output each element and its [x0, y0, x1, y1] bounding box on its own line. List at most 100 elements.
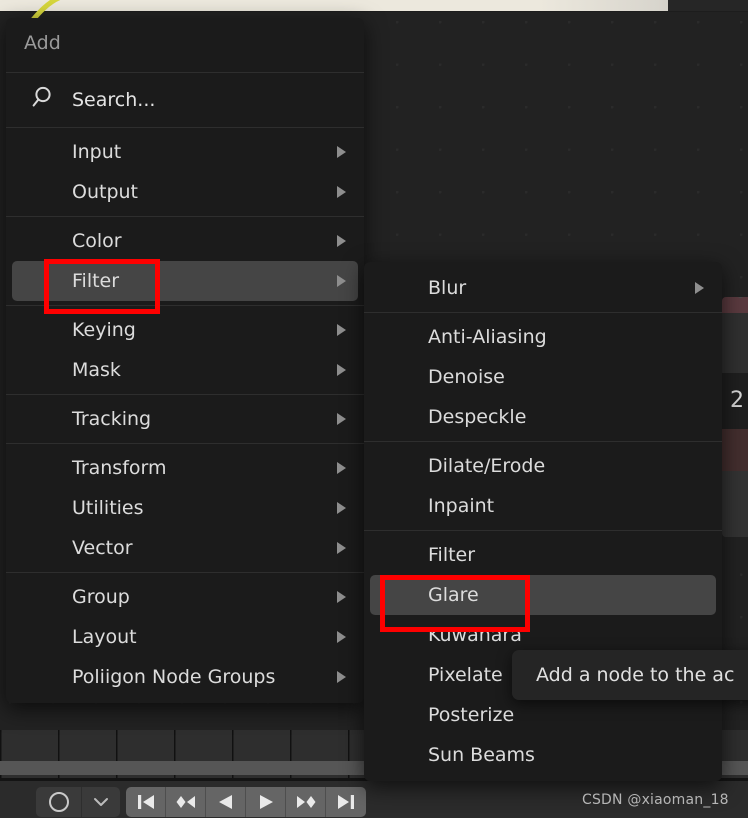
node-footer: [722, 471, 748, 537]
playback-controls[interactable]: [36, 787, 366, 817]
menu-item-label: Dilate/Erode: [428, 455, 546, 477]
menu-group: Blur: [364, 268, 722, 308]
next-keyframe-icon: [296, 796, 315, 808]
menu-group: Group Layout Poliigon Node Groups: [6, 577, 364, 697]
menu-item-output[interactable]: Output: [6, 172, 364, 212]
submenu-item-denoise[interactable]: Denoise: [364, 357, 722, 397]
menu-group: Input Output: [6, 132, 364, 212]
play-button[interactable]: [246, 787, 286, 817]
submenu-item-despeckle[interactable]: Despeckle: [364, 397, 722, 437]
prev-keyframe-button[interactable]: [166, 787, 206, 817]
play-reverse-icon: [218, 795, 232, 809]
node-body: [722, 313, 748, 373]
record-button-group[interactable]: [36, 787, 120, 817]
node-color-strip: [722, 429, 748, 471]
prev-keyframe-icon: [176, 796, 195, 808]
menu-separator: [6, 72, 364, 73]
add-menu-title: Add: [24, 32, 61, 54]
submenu-arrow-icon: [337, 275, 346, 287]
menu-item-transform[interactable]: Transform: [6, 448, 364, 488]
submenu-item-inpaint[interactable]: Inpaint: [364, 486, 722, 526]
submenu-arrow-icon: [695, 282, 704, 294]
menu-item-keying[interactable]: Keying: [6, 310, 364, 350]
menu-item-label: Blur: [428, 277, 467, 299]
record-button[interactable]: [36, 787, 82, 817]
transport-button-group[interactable]: [126, 787, 366, 817]
menu-item-label: Filter: [72, 270, 120, 292]
submenu-item-kuwahara[interactable]: Kuwahara: [364, 615, 722, 655]
menu-item-label: Despeckle: [428, 406, 527, 428]
menu-group: Transform Utilities Vector: [6, 448, 364, 568]
submenu-item-glare[interactable]: Glare: [370, 575, 716, 615]
menu-item-layout[interactable]: Layout: [6, 617, 364, 657]
viewport-strip: [0, 0, 748, 11]
menu-separator: [6, 127, 364, 128]
menu-item-vector[interactable]: Vector: [6, 528, 364, 568]
menu-item-label: Utilities: [72, 497, 144, 519]
submenu-item-blur[interactable]: Blur: [364, 268, 722, 308]
node-number-label: 2: [722, 373, 748, 429]
submenu-arrow-icon: [337, 502, 346, 514]
compositor-node-card[interactable]: 2: [722, 297, 748, 537]
menu-item-mask[interactable]: Mask: [6, 350, 364, 390]
submenu-item-filter[interactable]: Filter: [364, 535, 722, 575]
menu-separator: [6, 572, 364, 573]
menu-item-label: Input: [72, 141, 122, 163]
submenu-item-sun-beams[interactable]: Sun Beams: [364, 735, 722, 775]
jump-end-icon: [338, 795, 354, 809]
menu-item-label: Sun Beams: [428, 744, 535, 766]
search-icon: [32, 85, 58, 116]
submenu-arrow-icon: [337, 462, 346, 474]
menu-separator: [6, 394, 364, 395]
submenu-item-posterize[interactable]: Posterize: [364, 695, 722, 735]
submenu-arrow-icon: [337, 235, 346, 247]
jump-to-end-button[interactable]: [326, 787, 366, 817]
filter-submenu[interactable]: Blur Anti-Aliasing Denoise Despeckle Dil…: [364, 262, 722, 781]
menu-item-label: Transform: [72, 457, 167, 479]
viewport-strip-right: [668, 0, 748, 11]
jump-to-start-button[interactable]: [126, 787, 166, 817]
menu-item-utilities[interactable]: Utilities: [6, 488, 364, 528]
menu-item-label: Tracking: [72, 408, 152, 430]
submenu-arrow-icon: [337, 364, 346, 376]
submenu-arrow-icon: [337, 146, 346, 158]
menu-item-label: Color: [72, 230, 122, 252]
next-keyframe-button[interactable]: [286, 787, 326, 817]
play-reverse-button[interactable]: [206, 787, 246, 817]
menu-item-label: Inpaint: [428, 495, 495, 517]
menu-item-color[interactable]: Color: [6, 221, 364, 261]
add-menu[interactable]: Add Search... Input Output Color Filter …: [6, 18, 364, 703]
menu-item-input[interactable]: Input: [6, 132, 364, 172]
menu-group: Color Filter: [6, 221, 364, 301]
menu-group: Keying Mask: [6, 310, 364, 390]
search-menu-item[interactable]: Search...: [6, 77, 364, 123]
submenu-item-anti-aliasing[interactable]: Anti-Aliasing: [364, 317, 722, 357]
submenu-arrow-icon: [337, 542, 346, 554]
menu-group: Tracking: [6, 399, 364, 439]
menu-item-label: Filter: [428, 544, 476, 566]
jump-start-icon: [137, 795, 154, 809]
menu-item-group[interactable]: Group: [6, 577, 364, 617]
menu-item-tracking[interactable]: Tracking: [6, 399, 364, 439]
tooltip: Add a node to the ac: [512, 650, 748, 700]
submenu-arrow-icon: [337, 631, 346, 643]
menu-separator: [6, 216, 364, 217]
submenu-item-dilate-erode[interactable]: Dilate/Erode: [364, 446, 722, 486]
node-header[interactable]: [722, 297, 748, 313]
record-circle-icon: [48, 792, 69, 812]
menu-separator: [364, 312, 722, 313]
record-options-button[interactable]: [82, 787, 120, 817]
menu-item-poliigon-node-groups[interactable]: Poliigon Node Groups: [6, 657, 364, 697]
menu-item-label: Layout: [72, 626, 137, 648]
menu-item-label: Vector: [72, 537, 133, 559]
menu-item-label: Pixelate: [428, 664, 503, 686]
submenu-arrow-icon: [337, 591, 346, 603]
chevron-down-icon: [94, 798, 108, 806]
play-icon: [259, 795, 273, 809]
menu-item-label: Group: [72, 586, 130, 608]
submenu-arrow-icon: [337, 324, 346, 336]
menu-item-label: Anti-Aliasing: [428, 326, 547, 348]
menu-separator: [6, 305, 364, 306]
menu-item-filter[interactable]: Filter: [12, 261, 358, 301]
menu-separator: [364, 530, 722, 531]
